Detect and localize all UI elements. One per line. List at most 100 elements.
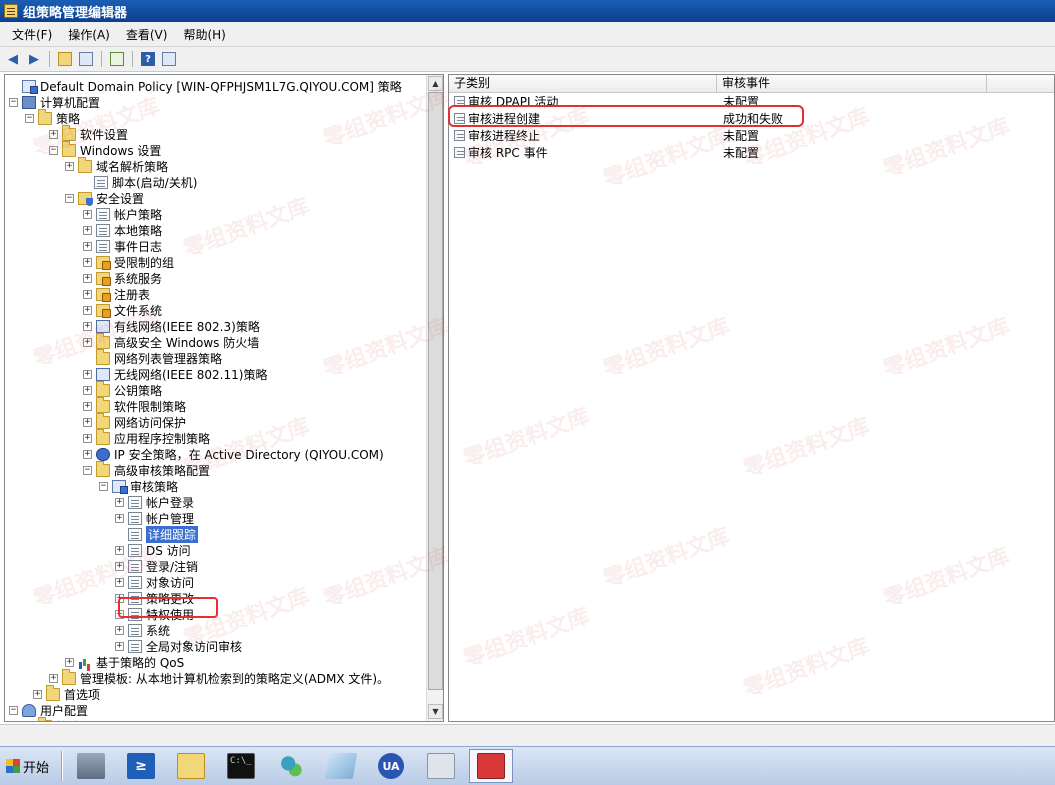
tree-item[interactable]: + IP 安全策略，在 Active Directory (QIYOU.COM) (83, 446, 384, 462)
collapse-icon[interactable]: − (65, 193, 74, 203)
tree-scrollbar[interactable]: ▲ ▼ (426, 75, 443, 721)
expand-icon[interactable]: + (83, 449, 92, 459)
collapse-icon[interactable]: − (9, 97, 18, 107)
expand-icon[interactable]: + (115, 641, 124, 651)
taskbar-button[interactable] (469, 749, 514, 783)
collapse-icon[interactable]: − (83, 465, 92, 475)
expand-icon[interactable]: + (83, 257, 92, 267)
expand-icon[interactable]: + (49, 129, 58, 139)
expand-icon[interactable]: + (49, 673, 58, 683)
menu-help[interactable]: 帮助(H) (175, 26, 233, 43)
taskbar-button[interactable]: UA (369, 749, 413, 783)
back-arrow-icon[interactable]: ◀ (4, 50, 22, 68)
scrollbar-thumb[interactable] (428, 92, 443, 690)
menu-action[interactable]: 操作(A) (60, 26, 118, 43)
tree-item[interactable]: − 用户配置 (9, 702, 88, 718)
expand-icon[interactable]: + (83, 209, 92, 219)
expand-icon[interactable]: + (33, 689, 42, 699)
forward-arrow-icon[interactable]: ▶ (25, 50, 43, 68)
expand-icon[interactable]: + (83, 225, 92, 235)
taskbar-button[interactable]: C:\_ (219, 749, 263, 783)
collapse-icon[interactable]: − (9, 705, 18, 715)
expand-icon[interactable]: + (115, 625, 124, 635)
tree-item[interactable]: + 事件日志 (83, 238, 162, 254)
tree-item[interactable]: + 系统服务 (83, 270, 162, 286)
tree-item[interactable]: + 基于策略的 QoS (65, 654, 184, 670)
taskbar-button[interactable] (419, 749, 463, 783)
export-list-icon[interactable] (108, 50, 126, 68)
expand-icon[interactable]: + (115, 497, 124, 507)
list-item[interactable]: 审核 RPC 事件 未配置 (449, 144, 987, 161)
column-header-subcategory[interactable]: 子类别 (449, 75, 717, 93)
expand-icon[interactable]: + (83, 417, 92, 427)
tree-item[interactable]: + 登录/注销 (115, 558, 198, 574)
tree-item[interactable]: + DS 访问 (115, 542, 191, 558)
taskbar-button[interactable] (169, 749, 213, 783)
expand-icon[interactable]: + (115, 577, 124, 587)
tree-item[interactable]: −策略 (25, 716, 80, 721)
taskbar-button[interactable] (319, 749, 363, 783)
collapse-icon[interactable]: − (25, 113, 34, 123)
tree-item[interactable]: − 审核策略 (99, 478, 178, 494)
expand-icon[interactable]: + (83, 401, 92, 411)
tree-item[interactable]: − Windows 设置 (49, 140, 161, 158)
tree-item[interactable]: + 无线网络(IEEE 802.11)策略 (83, 366, 267, 382)
expand-icon[interactable]: + (115, 561, 124, 571)
tree-item[interactable]: + 首选项 (33, 684, 100, 702)
list-item[interactable]: 审核进程终止 未配置 (449, 127, 987, 144)
up-folder-icon[interactable] (56, 50, 74, 68)
tree-item[interactable]: + 公钥策略 (83, 380, 162, 398)
menu-view[interactable]: 查看(V) (118, 26, 176, 43)
taskbar-button[interactable] (69, 749, 113, 783)
column-header-audit-events[interactable]: 审核事件 (717, 75, 987, 93)
menu-file[interactable]: 文件(F) (4, 26, 60, 43)
tree-item[interactable]: + 对象访问 (115, 574, 194, 590)
expand-icon[interactable]: + (83, 369, 92, 379)
expand-icon[interactable]: + (115, 545, 124, 555)
tree-item[interactable]: + 受限制的组 (83, 254, 174, 270)
tree-item[interactable]: + 帐户登录 (115, 494, 194, 510)
tree-item[interactable]: 详细跟踪 (115, 525, 199, 543)
tree-item[interactable]: + 帐户管理 (115, 510, 194, 526)
tree-item[interactable]: − 安全设置 (65, 190, 144, 206)
expand-icon[interactable]: + (65, 161, 74, 171)
expand-icon[interactable]: + (83, 321, 92, 331)
tree-item[interactable]: + 帐户策略 (83, 206, 162, 222)
expand-icon[interactable]: + (83, 273, 92, 283)
tree-item[interactable]: + 注册表 (83, 286, 150, 302)
tree-item[interactable]: + 管理模板: 从本地计算机检索到的策略定义(ADMX 文件)。 (49, 668, 389, 686)
properties-icon[interactable] (160, 50, 178, 68)
tree-item[interactable]: + 文件系统 (83, 302, 162, 318)
expand-icon[interactable]: + (83, 305, 92, 315)
collapse-icon[interactable]: − (49, 145, 58, 155)
tree-item[interactable]: + 应用程序控制策略 (83, 428, 210, 446)
expand-icon[interactable]: + (83, 385, 92, 395)
expand-icon[interactable]: + (83, 241, 92, 251)
show-hide-tree-icon[interactable] (77, 50, 95, 68)
tree-item[interactable]: + 本地策略 (83, 222, 162, 238)
tree-item[interactable]: −策略 (25, 108, 80, 126)
expand-icon[interactable]: + (65, 657, 74, 667)
taskbar-button[interactable] (269, 749, 313, 783)
collapse-icon[interactable]: − (99, 481, 108, 491)
expand-icon[interactable]: + (83, 337, 92, 347)
tree-item[interactable]: − 计算机配置 (9, 94, 100, 110)
tree-item[interactable]: + 域名解析策略 (65, 156, 168, 174)
scroll-up-icon[interactable]: ▲ (428, 76, 443, 91)
tree-item[interactable]: 网络列表管理器策略 (83, 348, 222, 366)
tree-item[interactable]: 脚本(启动/关机) (81, 174, 197, 190)
tree-item[interactable]: + 全局对象访问审核 (115, 638, 242, 654)
tree-item[interactable]: + 系统 (115, 622, 170, 638)
tree-item[interactable]: + 有线网络(IEEE 802.3)策略 (83, 318, 260, 334)
taskbar-button[interactable]: ≥ (119, 749, 163, 783)
scroll-down-icon[interactable]: ▼ (428, 704, 443, 719)
expand-icon[interactable]: + (83, 289, 92, 299)
tree-item[interactable]: Default Domain Policy [WIN-QFPHJSM1L7G.Q… (9, 78, 402, 94)
tree-item[interactable]: + 软件设置 (49, 124, 128, 142)
help-icon[interactable]: ? (139, 50, 157, 68)
expand-icon[interactable]: + (83, 433, 92, 443)
expand-icon[interactable]: + (115, 513, 124, 523)
tree-item[interactable]: + 高级安全 Windows 防火墙 (83, 332, 259, 350)
tree-item[interactable]: − 高级审核策略配置 (83, 460, 210, 478)
start-button[interactable]: 开始 (0, 751, 55, 781)
